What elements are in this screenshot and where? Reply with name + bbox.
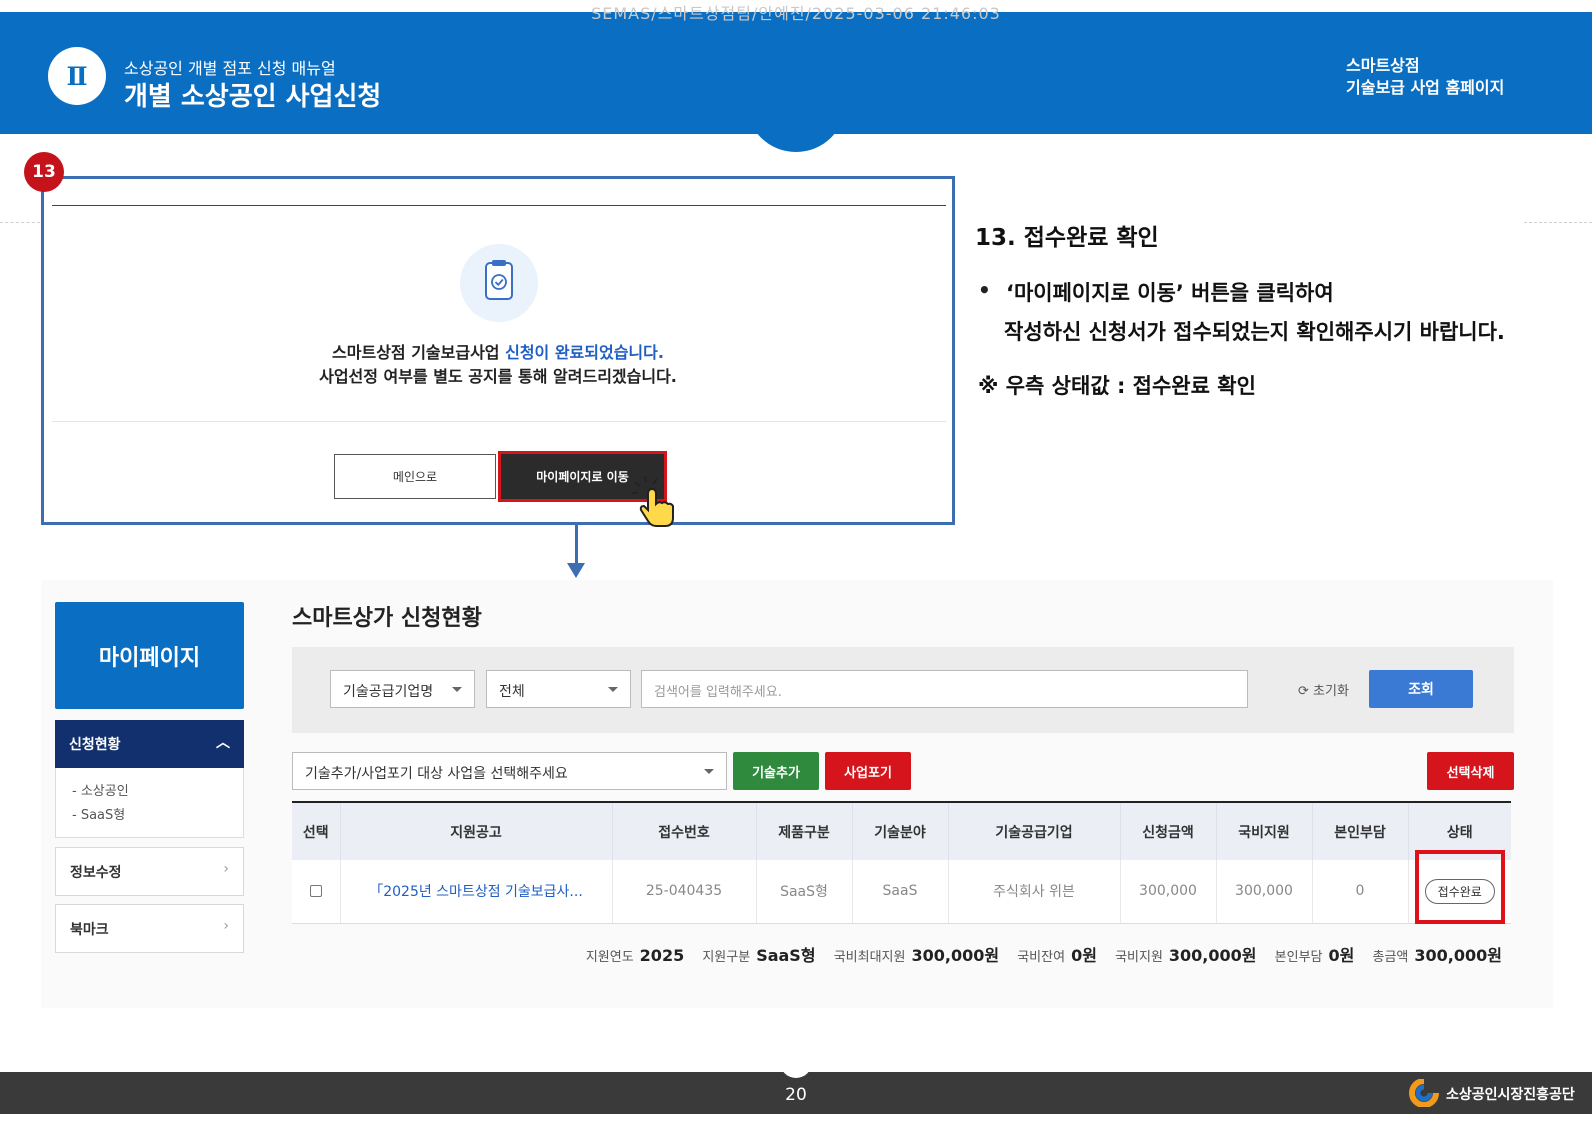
application-table: 선택 지원공고 접수번호 제품구분 기술분야 기술공급기업 신청금액 국비지원 … — [292, 801, 1511, 924]
summary-value: SaaS형 — [756, 946, 816, 965]
apply-amount-cell: 300,000 — [1120, 860, 1217, 924]
modal-message-line1: 스마트상점 기술보급사업 신청이 완료되었습니다. — [44, 339, 952, 363]
row-checkbox[interactable] — [309, 885, 322, 898]
sidebar-item-label: 북마크 — [70, 922, 109, 938]
notice-link[interactable]: 「2025년 스마트상점 기술보급사... — [340, 860, 613, 924]
sidebar-submenu: - 소상공인 - SaaS형 — [55, 768, 244, 838]
modal-divider — [52, 421, 946, 422]
summary-label: 총금액 — [1372, 950, 1409, 965]
chapter-badge: Ⅱ — [48, 47, 106, 105]
reset-label: 초기화 — [1313, 684, 1349, 699]
flow-arrow-line — [575, 525, 578, 565]
chevron-up-icon: ︿ — [216, 735, 230, 751]
summary-label: 국비잔여 — [1017, 950, 1066, 965]
summary-label: 국비지원 — [1115, 950, 1163, 965]
supplier-cell: 주식회사 위븐 — [948, 860, 1121, 924]
summary-value: 300,000원 — [911, 946, 1000, 965]
column-header: 본인부담 — [1312, 802, 1409, 860]
header-right-line2: 기술보급 사업 홈페이지 — [1346, 78, 1505, 97]
summary-value: 300,000원 — [1414, 946, 1502, 965]
chevron-right-icon: › — [223, 861, 229, 877]
dashed-divider-right — [1524, 222, 1592, 223]
gov-support-cell: 300,000 — [1216, 860, 1313, 924]
sidebar-subitem-small-business[interactable]: - 소상공인 — [72, 780, 227, 804]
column-header: 선택 — [292, 802, 341, 860]
instruction-bullet: • — [978, 278, 991, 302]
caret-down-icon — [704, 769, 714, 774]
column-header: 기술공급기업 — [948, 802, 1121, 860]
pointer-hand-icon — [632, 475, 678, 528]
modal-message-highlight: 신청이 완료되었습니다. — [505, 343, 664, 362]
org-name: 소상공인시장진흥공단 — [1446, 1087, 1575, 1103]
summary-label: 국비최대지원 — [833, 950, 906, 965]
scope-filter-select[interactable]: 전체 — [486, 670, 631, 708]
supplier-filter-select[interactable]: 기술공급기업명 — [330, 670, 475, 708]
refresh-icon: ⟳ — [1298, 684, 1314, 699]
summary-value: 300,000원 — [1168, 946, 1257, 965]
sidebar-subitem-saas[interactable]: - SaaS형 — [72, 804, 227, 828]
page-number: 20 — [785, 1085, 807, 1105]
caret-down-icon — [608, 687, 618, 692]
row-select-cell — [292, 860, 341, 924]
column-header: 지원공고 — [340, 802, 613, 860]
go-main-button[interactable]: 메인으로 — [334, 454, 496, 499]
self-pay-cell: 0 — [1312, 860, 1409, 924]
modal-top-rule — [52, 205, 946, 206]
column-header: 기술분야 — [852, 802, 949, 860]
sidebar-item-application-status[interactable]: 신청현황 ︿ — [55, 720, 244, 768]
header-right-line1: 스마트상점 — [1346, 56, 1420, 75]
completion-modal: 스마트상점 기술보급사업 신청이 완료되었습니다. 사업선정 여부를 별도 공지… — [41, 176, 955, 528]
column-header: 제품구분 — [756, 802, 853, 860]
instruction-line1: ‘마이페이지로 이동’ 버튼을 클릭하여 — [1006, 281, 1334, 305]
product-type-cell: SaaS형 — [756, 860, 853, 924]
sidebar-item-edit-info[interactable]: 정보수정 › — [55, 847, 244, 896]
caret-down-icon — [452, 687, 462, 692]
column-header: 신청금액 — [1120, 802, 1217, 860]
give-up-button[interactable]: 사업포기 — [825, 752, 911, 790]
table-header-row: 선택 지원공고 접수번호 제품구분 기술분야 기술공급기업 신청금액 국비지원 … — [292, 802, 1511, 860]
instruction-line2: 작성하신 신청서가 접수되었는지 확인해주시기 바랍니다. — [1004, 320, 1505, 344]
flow-arrow-head-icon — [567, 563, 585, 578]
reset-button[interactable]: ⟳ 초기화 — [1298, 680, 1349, 699]
sidebar-item-label: 정보수정 — [70, 865, 122, 881]
status-highlight-box — [1415, 850, 1505, 924]
select-value: 전체 — [499, 684, 525, 700]
summary-line: 지원연도 2025 지원구분 SaaS형 국비최대지원 300,000원 국비잔여 0원… — [292, 942, 1502, 966]
org-logo-icon — [1408, 1078, 1440, 1108]
summary-value: 0원 — [1071, 946, 1097, 965]
column-header: 접수번호 — [612, 802, 757, 860]
receipt-number-cell: 25-040435 — [612, 860, 757, 924]
table-row: 「2025년 스마트상점 기술보급사... 25-040435 SaaS형 Sa… — [292, 860, 1511, 924]
tech-field-cell: SaaS — [852, 860, 949, 924]
summary-value: 2025 — [639, 946, 685, 965]
add-tech-button[interactable]: 기술추가 — [733, 752, 819, 790]
summary-label: 지원구분 — [702, 950, 751, 965]
summary-label: 지원연도 — [585, 950, 634, 965]
column-header: 국비지원 — [1216, 802, 1313, 860]
modal-message-prefix: 스마트상점 기술보급사업 — [332, 343, 506, 362]
instruction-note: ※ 우측 상태값 : 접수완료 확인 — [978, 374, 1256, 398]
search-input[interactable]: 검색어를 입력해주세요. — [641, 670, 1248, 708]
clipboard-check-icon — [460, 244, 538, 322]
summary-value: 0원 — [1328, 946, 1355, 965]
sidebar-title: 마이페이지 — [55, 602, 244, 709]
action-target-select[interactable]: 기술추가/사업포기 대상 사업을 선택해주세요 — [292, 752, 727, 790]
summary-label: 본인부담 — [1274, 950, 1323, 965]
select-value: 기술공급기업명 — [343, 684, 434, 700]
dashed-divider-left — [0, 222, 40, 223]
search-button[interactable]: 조회 — [1369, 670, 1473, 708]
watermark: SEMAS/스마트상점팀/안예진/2025-03-06 21:46:03 — [591, 4, 1001, 23]
content-title: 스마트상가 신청현황 — [292, 606, 482, 631]
header-title: 개별 소상공인 사업신청 — [124, 82, 382, 112]
delete-selected-button[interactable]: 선택삭제 — [1427, 752, 1514, 790]
chevron-right-icon: › — [223, 918, 229, 934]
sidebar-item-label: 신청현황 — [69, 737, 121, 753]
instruction-title: 13. 접수완료 확인 — [975, 225, 1159, 251]
header-right-label: 스마트상점 기술보급 사업 홈페이지 — [1346, 55, 1504, 99]
sidebar-item-bookmark[interactable]: 북마크 › — [55, 904, 244, 953]
select-value: 기술추가/사업포기 대상 사업을 선택해주세요 — [305, 766, 568, 782]
header-tab-decoration — [746, 100, 846, 152]
step-number-badge: 13 — [24, 152, 64, 192]
modal-message-line2: 사업선정 여부를 별도 공지를 통해 알려드리겠습니다. — [319, 367, 677, 386]
